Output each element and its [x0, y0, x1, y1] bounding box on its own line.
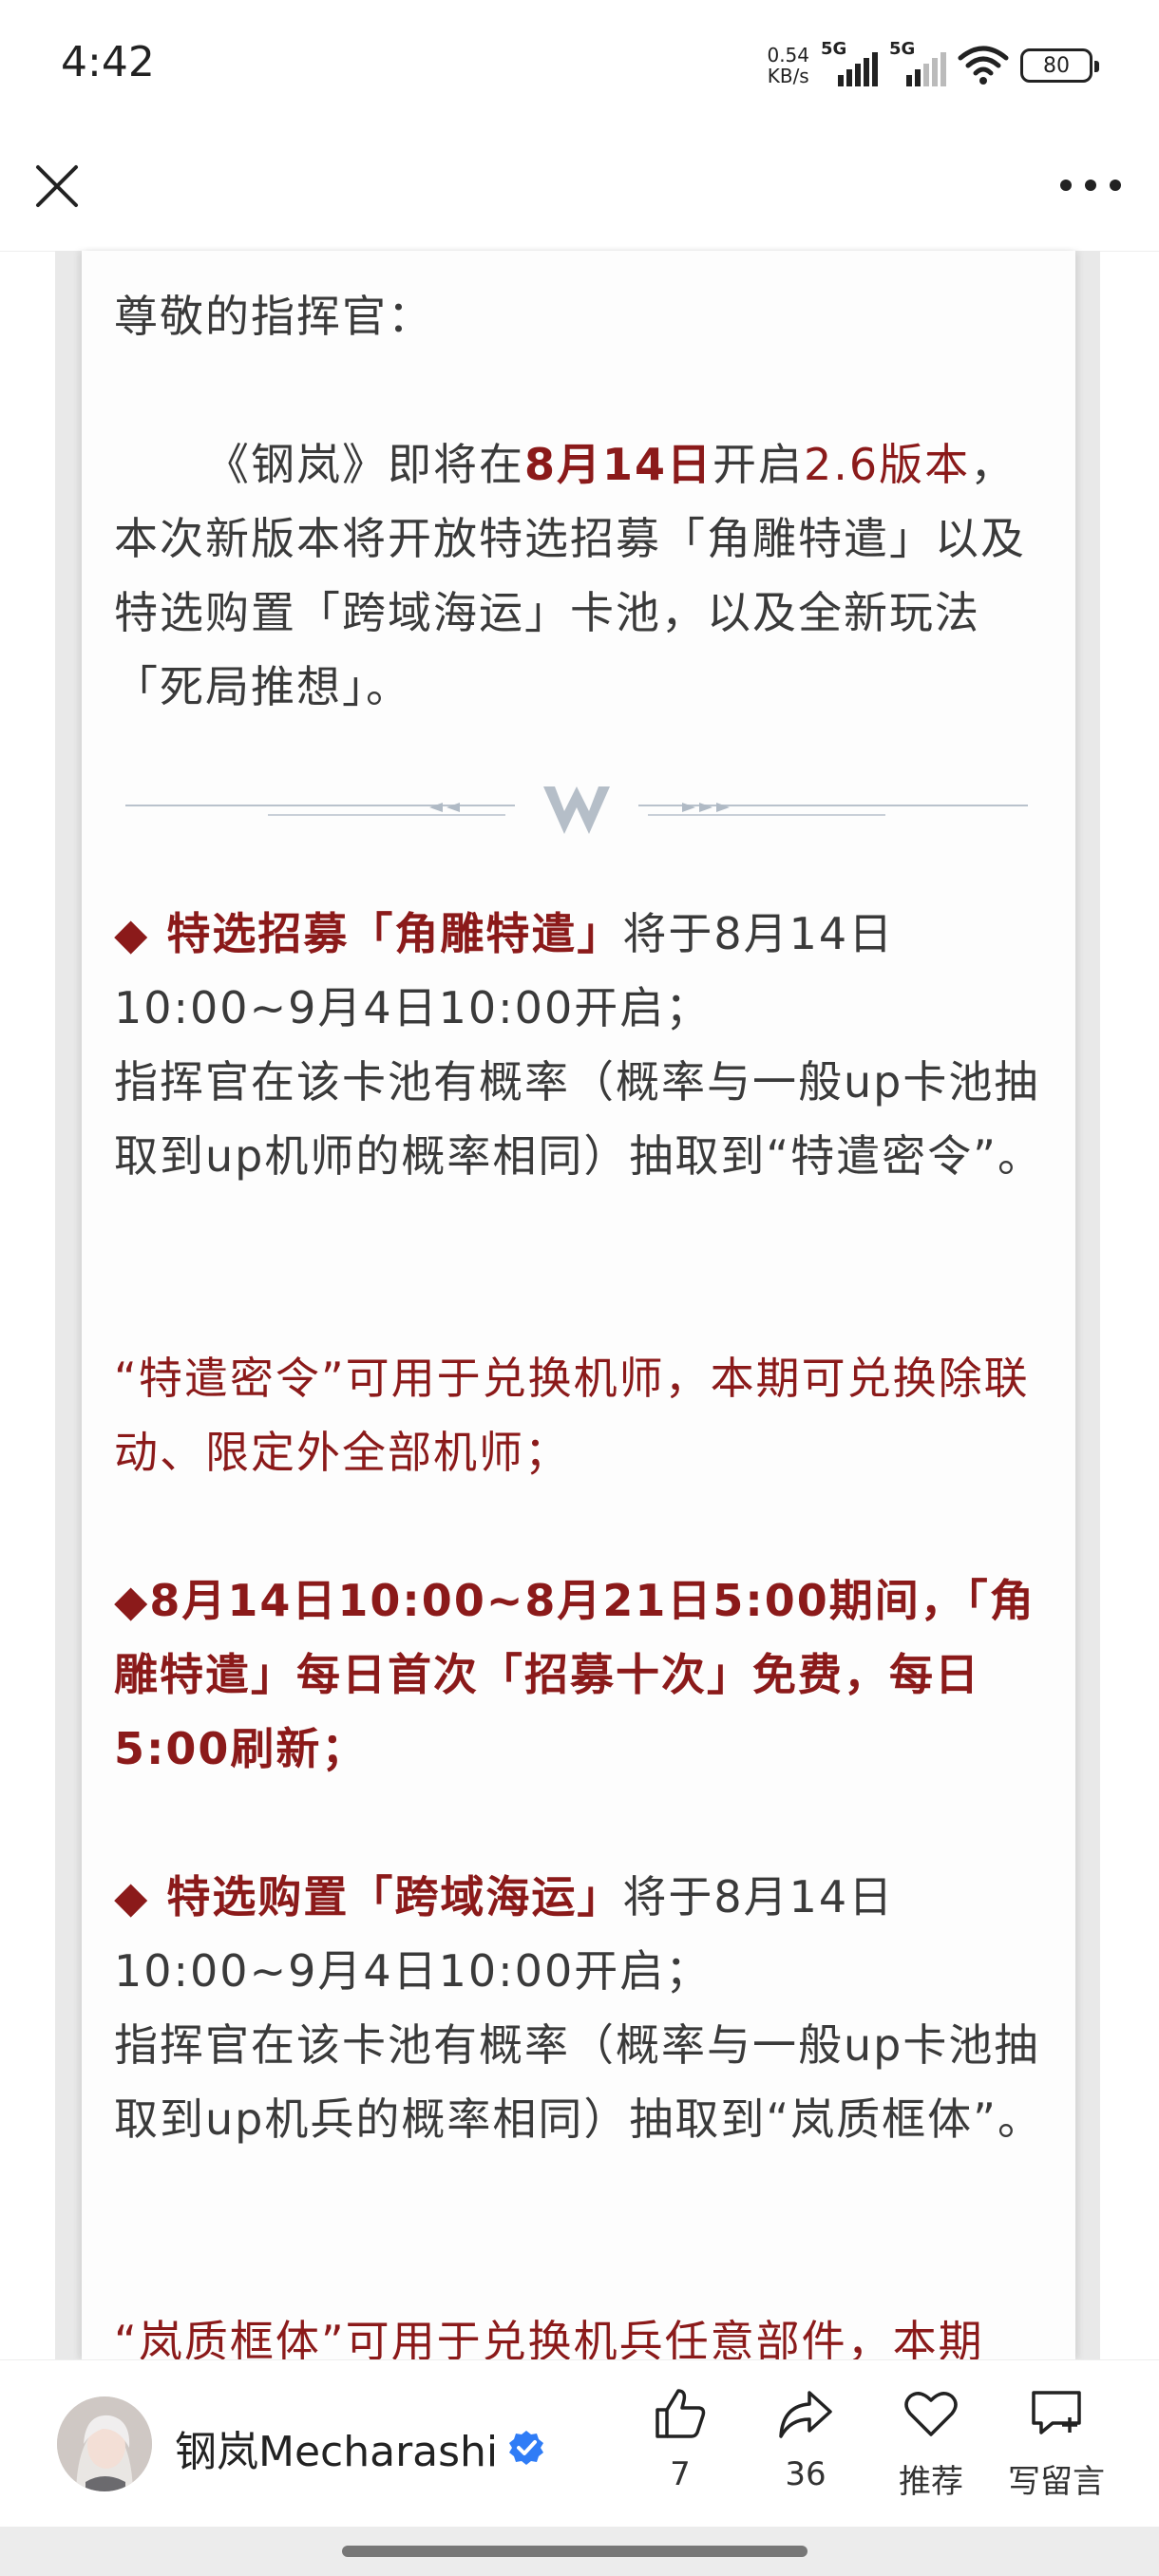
signal-type-label-secondary: 5G	[889, 39, 916, 59]
section2-desc: 指挥官在该卡池有概率（概率与一般up卡池抽取到up机兵的概率相同）抽取到“岚质框…	[114, 2019, 1044, 2145]
section2-header: ◆ 特选购置「跨域海运」将于8月14日10:00~9月4日10:00开启；	[114, 1860, 1045, 2008]
author-avatar[interactable]	[57, 2396, 152, 2491]
bottom-action-bar: 钢岚Mecharashi 7 36 推荐 写留言	[0, 2359, 1159, 2528]
section1-header: ◆ 特选招募「角雕特遣」将于8月14日10:00~9月4日10:00开启；	[114, 897, 1045, 1045]
comment-add-icon	[1032, 2391, 1081, 2434]
close-button[interactable]	[30, 160, 84, 213]
gesture-bar	[0, 2527, 1159, 2576]
thumbs-up-icon	[656, 2389, 706, 2438]
free-recruit-notice: ◆8月14日10:00~8月21日5:00期间，「角雕特遣」每日首次「招募十次」…	[114, 1575, 1036, 1774]
like-button[interactable]: 7	[618, 2383, 743, 2502]
top-nav-bar	[0, 133, 1159, 252]
recommend-label: 推荐	[899, 2463, 963, 2501]
write-comment-label: 写留言	[1008, 2463, 1105, 2501]
recommend-button[interactable]: 推荐	[868, 2383, 994, 2502]
decorative-divider-icon	[125, 786, 1028, 834]
close-icon	[36, 165, 78, 207]
article-content: 尊敬的指挥官： 《钢岚》即将在8月14日开启2.6版本，本次新版本将开放特选招募…	[114, 251, 1045, 2359]
more-options-button[interactable]	[1060, 171, 1121, 199]
section1-title: ◆ 特选招募「角雕特遣」	[114, 908, 623, 959]
avatar-portrait-icon	[57, 2396, 152, 2491]
network-speed-unit: KB/s	[767, 65, 809, 87]
status-bar: 4:42 0.54 KB/s 5G 5G 80	[0, 0, 1159, 133]
author-name-row[interactable]: 钢岚Mecharashi	[175, 2417, 545, 2478]
section2-note: “岚质框体”可用于兑换机兵任意部件，本期	[114, 2316, 984, 2359]
wifi-icon	[958, 46, 1009, 85]
battery-icon: 80	[1020, 48, 1099, 83]
intro-date: 8月14日	[524, 439, 713, 490]
network-speed: 0.54 KB/s	[767, 45, 809, 86]
author-name[interactable]: 钢岚Mecharashi	[175, 2417, 498, 2478]
more-dot-icon	[1110, 180, 1121, 191]
greeting: 尊敬的指挥官：	[114, 291, 433, 342]
more-dot-icon	[1085, 180, 1096, 191]
verified-badge-icon	[509, 2431, 544, 2465]
heart-icon	[904, 2392, 958, 2436]
intro-text-1: 《钢岚》即将在	[205, 439, 524, 490]
article-actions: 7 36 推荐 写留言	[618, 2383, 1119, 2502]
signal-type-label: 5G	[821, 39, 847, 59]
section1-desc: 指挥官在该卡池有概率（概率与一般up卡池抽取到up机师的概率相同）抽取到“特遣密…	[114, 1056, 1044, 1182]
signal-icon: 5G	[821, 39, 878, 86]
signal-icon-secondary: 5G	[889, 39, 946, 86]
share-count: 36	[785, 2455, 826, 2493]
home-indicator[interactable]	[342, 2546, 808, 2557]
network-speed-value: 0.54	[767, 44, 809, 66]
intro-text-2: 开启	[712, 439, 805, 490]
intro-version: 2.6版本	[804, 439, 971, 490]
share-icon	[779, 2391, 832, 2438]
battery-level: 80	[1043, 53, 1070, 78]
status-time: 4:42	[61, 38, 155, 86]
share-button[interactable]: 36	[743, 2383, 868, 2502]
section1-note: “特遣密令”可用于兑换机师，本期可兑换除联动、限定外全部机师；	[114, 1353, 1030, 1478]
section2-title: ◆ 特选购置「跨域海运」	[114, 1871, 623, 1923]
more-dot-icon	[1060, 180, 1072, 191]
intro-paragraph: 《钢岚》即将在8月14日开启2.6版本，本次新版本将开放特选招募「角雕特遣」以及…	[114, 427, 1045, 724]
write-comment-button[interactable]: 写留言	[994, 2383, 1119, 2502]
like-count: 7	[670, 2455, 691, 2493]
status-icons: 0.54 KB/s 5G 5G 80	[767, 39, 1099, 89]
